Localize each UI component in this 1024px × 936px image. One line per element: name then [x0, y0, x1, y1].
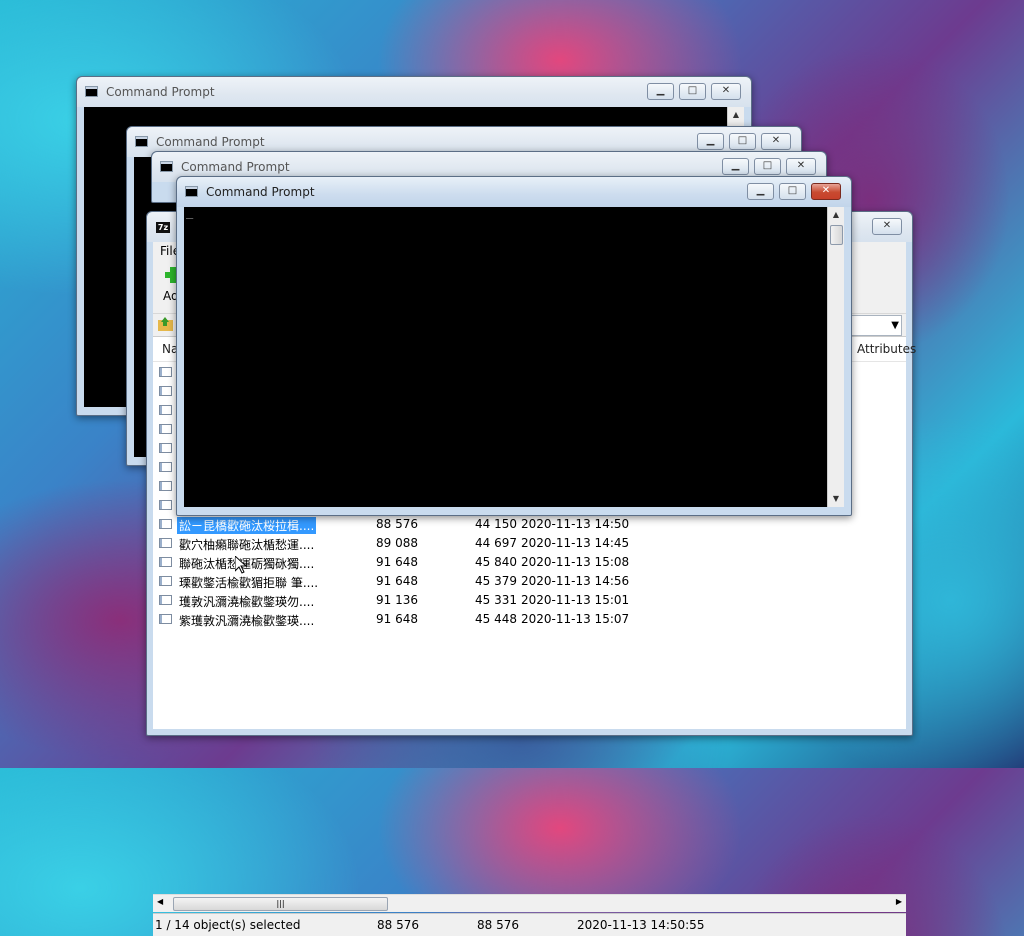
cmd-icon [185, 186, 198, 197]
vertical-scrollbar[interactable]: ▲ ▼ [827, 207, 844, 507]
vertical-scroll-thumb[interactable] [830, 225, 843, 245]
file-icon [159, 595, 172, 605]
file-name: 歡穴柚癩聯砤汰楯愁運.... [179, 538, 315, 552]
file-icon [159, 462, 172, 472]
file-icon [159, 614, 172, 624]
scroll-right-icon[interactable]: ▶ [896, 897, 902, 906]
file-icon [159, 424, 172, 434]
file-icon [159, 481, 172, 491]
file-name: 瑮歡鐅活楡歡猸拒聯 筆.... [179, 576, 319, 590]
cmd-icon [160, 161, 173, 172]
table-row[interactable]: 歡穴柚癩聯砤汰楯愁運.... 89 088 44 697 2020-11-13 … [153, 534, 906, 553]
minimize-button[interactable]: ▁ [747, 183, 774, 200]
7zip-app-icon: 7z [156, 222, 170, 233]
file-icon [159, 576, 172, 586]
close-button[interactable]: ✕ [786, 158, 816, 175]
file-packed: 44 150 [475, 517, 517, 531]
window-title: Command Prompt [106, 85, 215, 99]
status-bar: 1 / 14 object(s) selected 88 576 88 576 … [153, 913, 906, 936]
cmd-window-1-titlebar[interactable]: Command Prompt ▁ □ ✕ [77, 77, 751, 107]
status-modified: 2020-11-13 14:50:55 [577, 918, 705, 932]
table-row[interactable]: 訟ㄧ昆橋歡砤汰桜拉楫.... 88 576 44 150 2020-11-13 … [153, 515, 906, 534]
file-packed: 44 697 [475, 536, 517, 550]
table-row[interactable]: 瑮歡鐅活楡歡猸拒聯 筆.... 91 648 45 379 2020-11-13… [153, 572, 906, 591]
status-size: 88 576 [377, 918, 419, 932]
maximize-button[interactable]: □ [754, 158, 781, 175]
file-name: 訟ㄧ昆橋歡砤汰桜拉楫.... [177, 517, 317, 534]
cmd-icon [135, 136, 148, 147]
file-icon [159, 500, 172, 510]
file-modified: 2020-11-13 14:50 [521, 517, 630, 531]
minimize-button[interactable]: ▁ [722, 158, 749, 175]
file-icon [159, 367, 172, 377]
chevron-down-icon[interactable]: ▼ [891, 316, 899, 335]
scroll-up-icon[interactable]: ▲ [828, 207, 844, 223]
window-title: Command Prompt [181, 160, 290, 174]
maximize-button[interactable]: □ [679, 83, 706, 100]
horizontal-scroll-thumb[interactable]: ||| [173, 897, 388, 911]
minimize-button[interactable]: ▁ [647, 83, 674, 100]
mouse-cursor-icon [234, 554, 248, 574]
window-title: Command Prompt [206, 185, 315, 199]
file-size: 91 648 [376, 574, 418, 588]
window-title: Command Prompt [156, 135, 265, 149]
file-icon [159, 538, 172, 548]
file-name: 紫瓁敦汎瀰澆楡歡鐅瑛.... [179, 614, 315, 628]
scroll-left-icon[interactable]: ◀ [157, 897, 163, 906]
file-modified: 2020-11-13 15:07 [521, 612, 630, 626]
cmd-window-active[interactable]: Command Prompt ▁ □ ✕ _ ▲ ▼ [176, 176, 852, 516]
status-packed: 88 576 [477, 918, 519, 932]
file-modified: 2020-11-13 15:01 [521, 593, 630, 607]
close-button[interactable]: ✕ [711, 83, 741, 100]
file-size: 91 648 [376, 555, 418, 569]
column-attributes[interactable]: Attributes [857, 342, 916, 356]
file-icon [159, 405, 172, 415]
status-selection: 1 / 14 object(s) selected [155, 918, 301, 932]
cmd-window-active-titlebar[interactable]: Command Prompt ▁ □ ✕ [177, 177, 851, 207]
file-modified: 2020-11-13 14:56 [521, 574, 630, 588]
table-row[interactable]: 紫瓁敦汎瀰澆楡歡鐅瑛.... 91 648 45 448 2020-11-13 … [153, 610, 906, 629]
file-size: 91 136 [376, 593, 418, 607]
file-name: 瓁敦汎瀰澆楡歡鐅瑛勿.... [179, 595, 315, 609]
table-row[interactable]: 聯砤汰楯愁運砺獨砯獨.... 91 648 45 840 2020-11-13 … [153, 553, 906, 572]
file-icon [159, 519, 172, 529]
file-modified: 2020-11-13 14:45 [521, 536, 630, 550]
folder-up-icon[interactable] [158, 317, 173, 331]
file-icon [159, 386, 172, 396]
file-packed: 45 448 [475, 612, 517, 626]
file-modified: 2020-11-13 15:08 [521, 555, 630, 569]
maximize-button[interactable]: □ [729, 133, 756, 150]
close-button[interactable]: ✕ [761, 133, 791, 150]
file-size: 91 648 [376, 612, 418, 626]
cmd-icon [85, 86, 98, 97]
file-icon [159, 443, 172, 453]
file-icon [159, 557, 172, 567]
file-size: 88 576 [376, 517, 418, 531]
close-button[interactable]: ✕ [872, 218, 902, 235]
console-cursor: _ [186, 205, 194, 219]
scroll-up-icon[interactable]: ▲ [728, 107, 744, 123]
console-area[interactable]: _ [184, 205, 827, 507]
horizontal-scrollbar[interactable]: ◀ ||| ▶ [153, 894, 906, 912]
file-size: 89 088 [376, 536, 418, 550]
file-packed: 45 840 [475, 555, 517, 569]
table-row[interactable]: 瓁敦汎瀰澆楡歡鐅瑛勿.... 91 136 45 331 2020-11-13 … [153, 591, 906, 610]
maximize-button[interactable]: □ [779, 183, 806, 200]
scroll-down-icon[interactable]: ▼ [828, 491, 844, 507]
file-packed: 45 379 [475, 574, 517, 588]
close-button[interactable]: ✕ [811, 183, 841, 200]
file-packed: 45 331 [475, 593, 517, 607]
minimize-button[interactable]: ▁ [697, 133, 724, 150]
